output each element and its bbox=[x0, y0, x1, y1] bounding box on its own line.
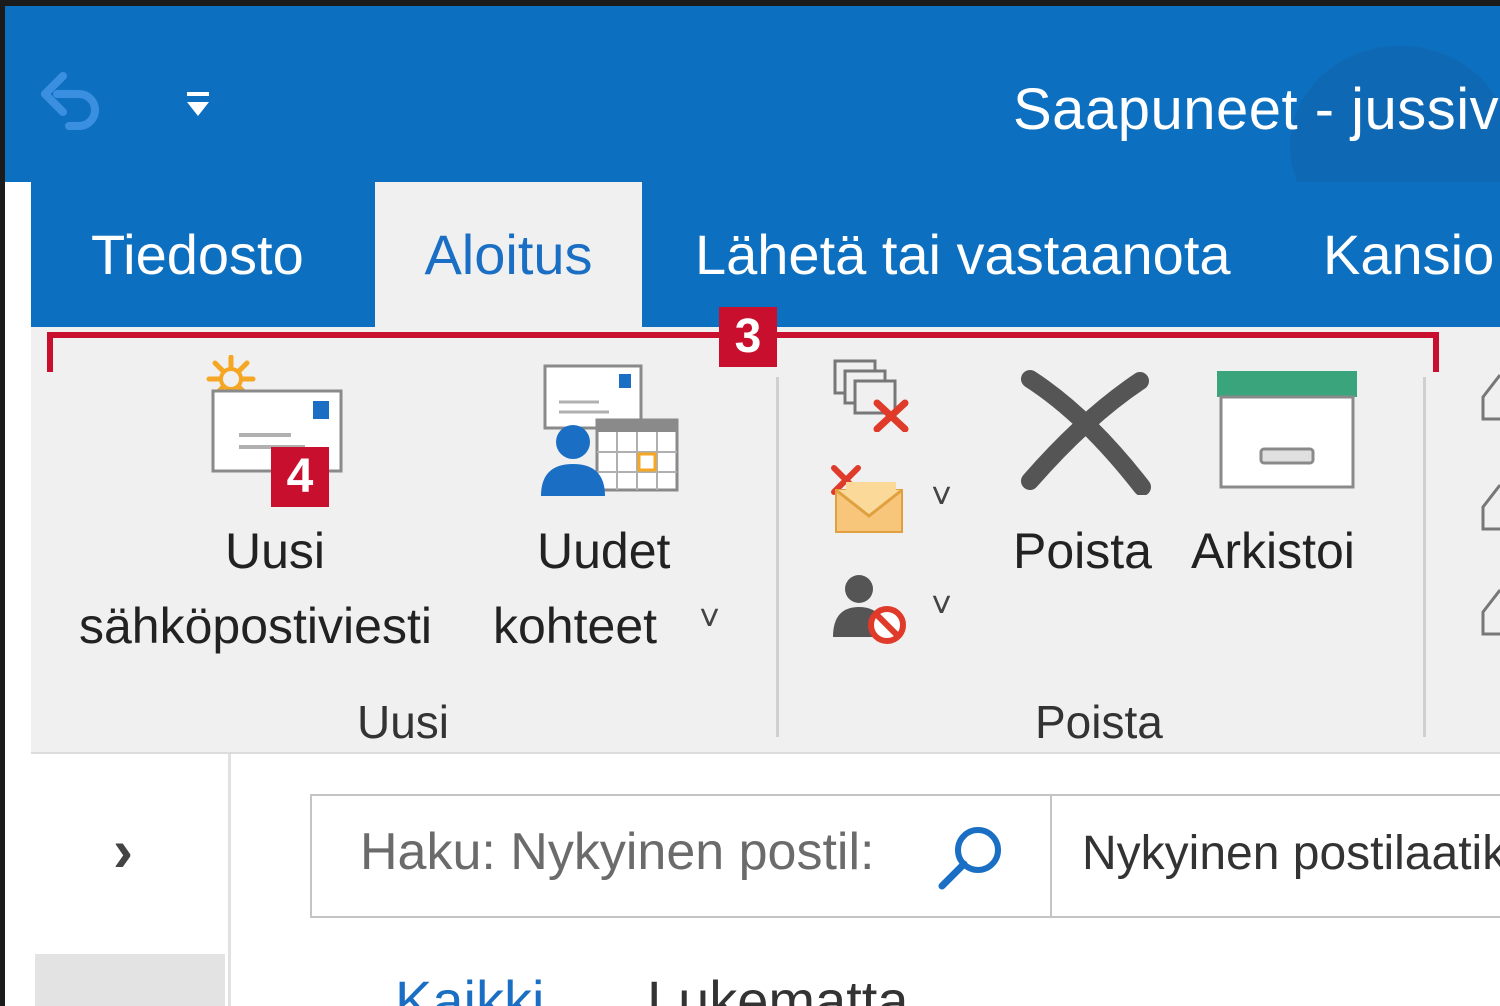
customize-quick-access-icon[interactable] bbox=[183, 86, 213, 126]
new-items-label-line2[interactable]: kohteet bbox=[493, 597, 657, 655]
search-input[interactable]: Haku: Nykyinen postil: bbox=[360, 822, 915, 882]
delete-label[interactable]: Poista bbox=[1013, 522, 1152, 580]
folder-pane-selected-item[interactable] bbox=[35, 954, 225, 1006]
tab-home[interactable]: Aloitus bbox=[375, 182, 642, 327]
group-label-new: Uusi bbox=[357, 696, 450, 748]
title-bar: Saapuneet - jussivir bbox=[5, 6, 1500, 182]
new-items-label-line1[interactable]: Uudet bbox=[537, 522, 670, 580]
new-items-icon[interactable] bbox=[539, 362, 684, 507]
undo-icon[interactable] bbox=[35, 66, 105, 136]
filter-unread[interactable]: Lukematta bbox=[647, 968, 909, 1006]
filter-all[interactable]: Kaikki bbox=[395, 968, 544, 1006]
window-left-edge bbox=[5, 182, 31, 1006]
group-separator bbox=[776, 377, 779, 737]
tab-send-receive[interactable]: Lähetä tai vastaanota bbox=[695, 182, 1231, 327]
clean-up-icon[interactable] bbox=[828, 462, 908, 542]
ignore-icon[interactable] bbox=[831, 357, 911, 437]
search-bar: Haku: Nykyinen postil: Nykyinen postilaa… bbox=[310, 794, 1500, 918]
junk-icon[interactable] bbox=[831, 571, 911, 656]
delete-icon[interactable] bbox=[1016, 365, 1156, 500]
new-email-label-line1[interactable]: Uusi bbox=[225, 522, 325, 580]
search-scope-dropdown[interactable]: Nykyinen postilaatikko bbox=[1082, 826, 1500, 881]
window-title: Saapuneet - jussivir bbox=[1013, 77, 1500, 142]
search-scope-divider bbox=[1050, 796, 1052, 916]
group-separator bbox=[1423, 377, 1426, 737]
junk-chevron-down-icon[interactable]: ˅ bbox=[931, 584, 952, 626]
tab-file[interactable]: Tiedosto bbox=[91, 182, 304, 327]
new-email-label-line2[interactable]: sähköpostiviesti bbox=[79, 597, 432, 655]
new-items-chevron-down-icon[interactable]: ˅ bbox=[699, 597, 720, 639]
group-label-delete: Poista bbox=[1035, 696, 1163, 748]
forward-icon[interactable] bbox=[1481, 582, 1500, 647]
annotation-badge-3: 3 bbox=[719, 307, 777, 367]
reply-all-icon[interactable] bbox=[1481, 477, 1500, 542]
archive-label[interactable]: Arkistoi bbox=[1191, 522, 1355, 580]
ribbon-home: 3 4 Uusi sähköpostiviesti Uudet kohteet … bbox=[31, 307, 1500, 754]
ribbon-tabs: Tiedosto Aloitus Lähetä tai vastaanota K… bbox=[5, 182, 1500, 327]
clean-up-chevron-down-icon[interactable]: ˅ bbox=[931, 475, 952, 517]
search-icon[interactable] bbox=[934, 822, 1010, 899]
archive-icon[interactable] bbox=[1215, 369, 1360, 498]
annotation-badge-4: 4 bbox=[271, 447, 329, 507]
outlook-window: Saapuneet - jussivir Tiedosto Aloitus Lä… bbox=[5, 6, 1500, 1006]
reply-icon[interactable] bbox=[1481, 367, 1500, 432]
expand-folder-pane-chevron-icon[interactable]: › bbox=[113, 816, 133, 885]
tab-folder[interactable]: Kansio bbox=[1323, 182, 1494, 327]
